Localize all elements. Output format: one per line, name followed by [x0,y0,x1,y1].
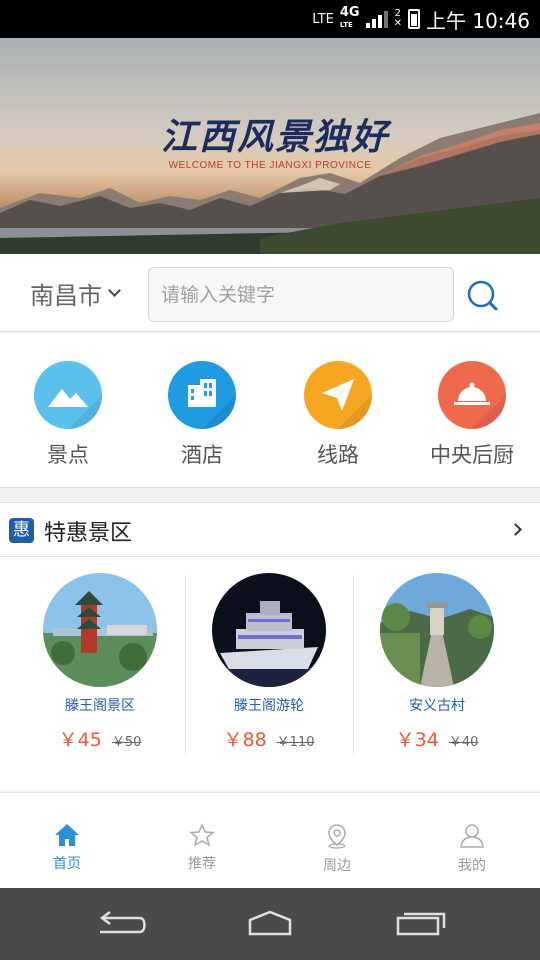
tab-label: 周边 [323,858,351,874]
category-grid: 景点 酒店 线路 中央后厨 [0,333,540,488]
tab-home[interactable]: 首页 [17,823,117,873]
deal-original-price: ￥50 [111,735,142,750]
hero-banner[interactable]: 江西风景独好 WELCOME TO THE JIANGXI PROVINCE [0,38,540,254]
deal-name: 滕王阁游轮 [234,698,304,714]
deal-card[interactable]: 滕王阁景区 ￥45 ￥50 [16,573,184,752]
tab-recommend[interactable]: 推荐 [152,823,252,873]
deal-original-price: ￥40 [448,735,479,750]
category-label: 线路 [317,443,359,467]
deal-card[interactable]: 滕王阁游轮 ￥88 ￥110 [185,573,353,752]
discount-badge-icon: 惠 [9,518,34,543]
deal-original-price: ￥110 [276,735,315,750]
home-icon [55,824,79,846]
cruise-ship-photo [212,573,326,687]
sim-indicator: 2 ✕ [393,8,402,29]
category-label: 中央后厨 [430,443,514,467]
category-label: 酒店 [181,443,223,467]
tab-label: 推荐 [188,856,216,872]
user-icon [460,824,484,848]
section-title: 特惠景区 [44,521,133,546]
recent-apps-icon[interactable] [390,908,450,940]
bottom-tab-bar: 首页 推荐 周边 我的 [0,792,540,888]
search-bar: 南昌市 [0,254,540,332]
chevron-down-icon [108,284,121,297]
category-scenic-spots[interactable]: 景点 [0,361,136,469]
deal-prices: ￥88 ￥110 [185,725,353,752]
deal-price: ￥45 [58,729,102,751]
search-icon[interactable] [466,279,498,311]
deal-price: ￥34 [395,729,439,751]
system-navigation-bar [0,888,540,960]
section-header[interactable]: 惠 特惠景区 [0,503,540,557]
food-cloche-icon [438,361,506,429]
tab-label: 首页 [53,856,81,872]
ancient-village-photo [380,573,494,687]
deal-name: 滕王阁景区 [65,698,135,714]
signal-icon [365,10,388,28]
location-pin-icon [328,824,346,849]
tab-nearby[interactable]: 周边 [287,823,387,875]
deal-name: 安义古村 [409,698,465,714]
deal-price: ￥88 [223,729,267,751]
clock: 上午 10:46 [426,8,530,33]
back-icon[interactable] [90,908,150,940]
paper-plane-icon [304,361,372,429]
deal-prices: ￥34 ￥40 [353,725,521,752]
search-input[interactable] [148,267,454,322]
chevron-right-icon[interactable] [509,523,522,536]
banner-subtitle: WELCOME TO THE JIANGXI PROVINCE [168,160,372,171]
deal-card[interactable]: 安义古村 ￥34 ￥40 [353,573,521,752]
banner-title: 江西风景独好 [160,116,389,158]
status-bar: LTE 4G LTE 2 ✕ 上午 10:46 [0,0,540,38]
building-icon [168,361,236,429]
tab-label: 我的 [458,858,486,874]
category-routes[interactable]: 线路 [270,361,406,469]
tab-profile[interactable]: 我的 [422,823,522,875]
network-type: 4G [339,5,360,20]
city-selector[interactable]: 南昌市 [30,276,121,311]
network-indicator: 4G LTE [340,6,360,32]
city-label: 南昌市 [30,282,102,310]
category-central-kitchen[interactable]: 中央后厨 [404,361,540,469]
category-label: 景点 [47,443,89,467]
deal-prices: ￥45 ￥50 [16,725,184,752]
battery-icon [408,9,420,29]
sim-number: 2 [394,8,401,19]
category-hotels[interactable]: 酒店 [134,361,270,469]
tengwang-pavilion-photo [43,573,157,687]
special-deals-section: 惠 特惠景区 滕王阁景区 ￥45 ￥50 滕王阁游轮 ￥88 ￥110 安义古村… [0,502,540,790]
star-icon [189,823,215,847]
home-button-icon[interactable] [240,908,300,940]
network-sub: LTE [339,21,353,29]
lte-label: LTE [312,11,334,27]
mountain-icon [34,361,102,429]
